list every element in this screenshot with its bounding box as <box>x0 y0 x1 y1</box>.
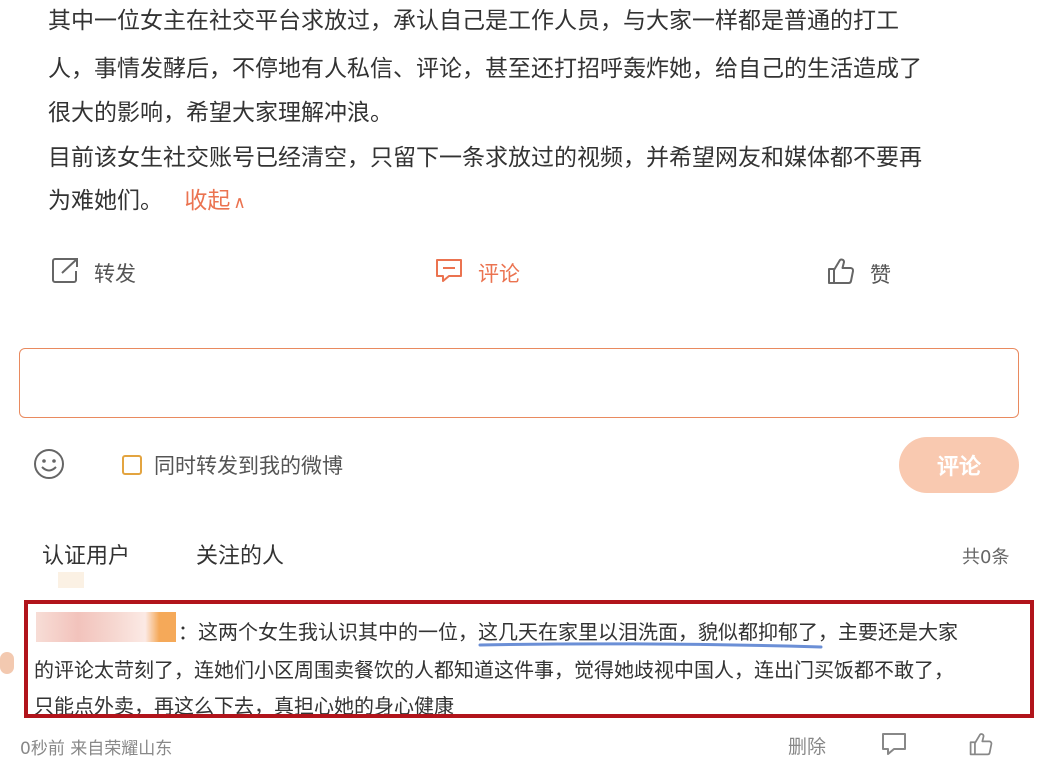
post-text-line-2: 人，事情发酵后，不停地有人私信、评论，甚至还打招呼轰炸她，给自己的生活造成了 <box>48 56 922 82</box>
avatar[interactable] <box>0 652 14 674</box>
reply-icon[interactable] <box>880 731 908 761</box>
post-text-line-3: 很大的影响，希望大家理解冲浪。 <box>48 100 393 126</box>
collapse-link[interactable]: 收起 ∧ <box>184 188 245 214</box>
repost-label: 转发 <box>94 261 136 286</box>
submit-comment-button[interactable]: 评论 <box>899 437 1019 493</box>
chevron-up-icon: ∧ <box>233 193 246 213</box>
emoji-icon[interactable] <box>33 448 65 484</box>
like-label: 赞 <box>870 262 891 287</box>
comment-icon <box>434 256 464 289</box>
repost-button[interactable]: 转发 <box>50 256 136 289</box>
comment-action-button[interactable]: 评论 <box>434 256 520 289</box>
post-text-line-1: 其中一位女主在社交平台求放过，承认自己是工作人员，与大家一样都是普通的打工 <box>48 8 899 34</box>
repost-option-label: 同时转发到我的微博 <box>154 454 343 478</box>
tab-verified-users[interactable]: 认证用户 <box>42 538 130 570</box>
collapse-label: 收起 <box>184 188 231 214</box>
comment-meta: 0秒前 来自荣耀山东 <box>20 739 173 759</box>
post-text-line-5-wrap: 为难她们。 收起 ∧ <box>48 186 246 219</box>
tab-following[interactable]: 关注的人 <box>196 538 284 570</box>
thumbs-up-icon <box>826 256 856 291</box>
share-icon <box>50 256 80 289</box>
comment-like-icon[interactable] <box>968 730 994 762</box>
comment-input[interactable] <box>19 348 1019 418</box>
comment-count: 共0条 <box>962 547 1010 568</box>
post-text-line-5: 为难她们。 <box>48 188 163 214</box>
like-button[interactable]: 赞 <box>826 256 891 291</box>
delete-button[interactable]: 删除 <box>788 732 826 759</box>
repost-checkbox[interactable] <box>122 455 142 475</box>
comment-action-label: 评论 <box>478 261 520 286</box>
repost-option[interactable]: 同时转发到我的微博 <box>122 450 343 480</box>
username-blur-fragment <box>58 572 84 588</box>
post-text-line-4: 目前该女生社交账号已经清空，只留下一条求放过的视频，并希望网友和媒体都不要再 <box>48 145 922 171</box>
highlight-frame <box>24 600 1034 718</box>
